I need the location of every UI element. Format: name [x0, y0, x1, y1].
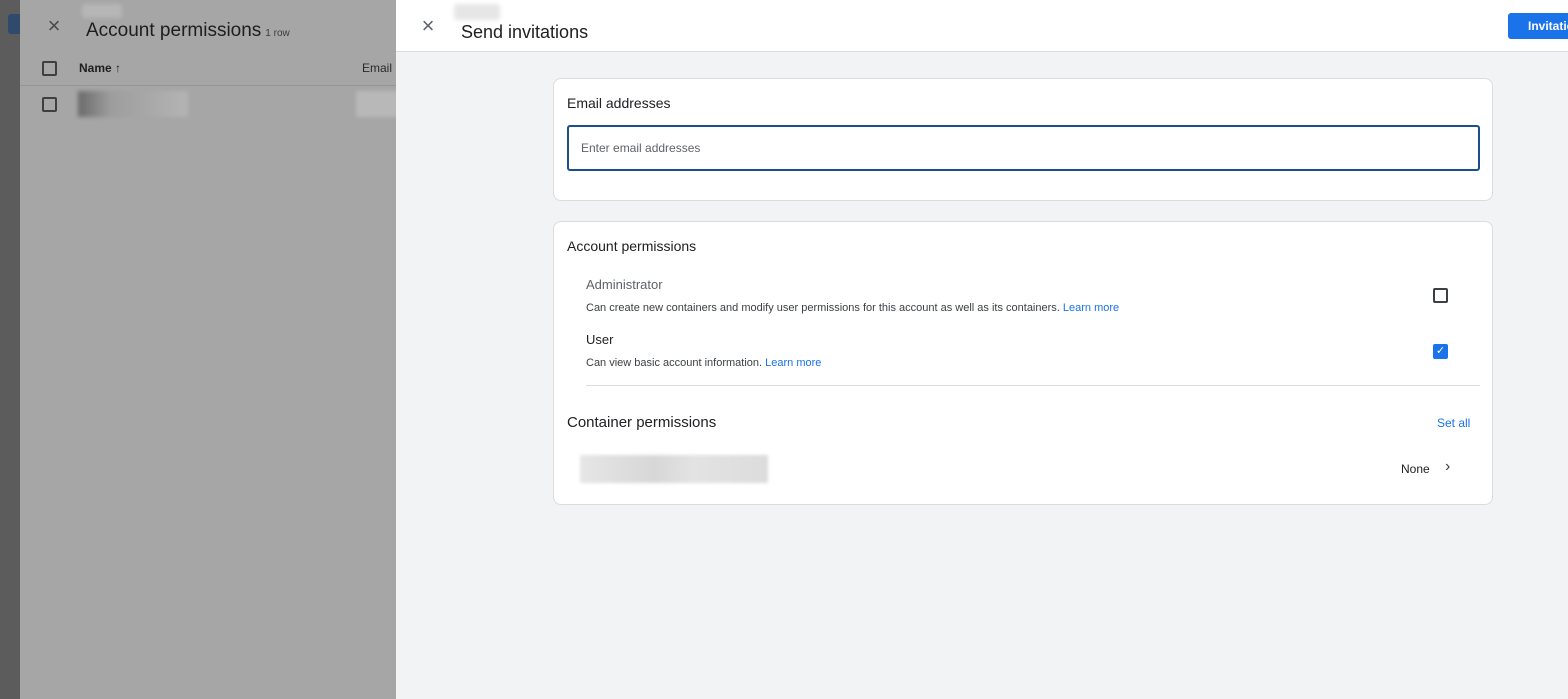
container-permissions-title: Container permissions — [567, 414, 717, 431]
set-all-link[interactable]: Set all — [1437, 416, 1470, 430]
sort-arrow-icon: ↑ — [115, 61, 122, 75]
send-invitations-drawer: × Send invitations Invitations Email add… — [396, 0, 1568, 699]
chevron-right-icon: › — [1445, 458, 1451, 475]
email-input[interactable] — [567, 125, 1480, 171]
background-panel: × Account permissions 1 row Name ↑ Email — [20, 0, 396, 699]
redacted-container-name — [580, 455, 768, 483]
send-invitations-button[interactable]: Invitations — [1508, 13, 1568, 39]
drawer-title: Send invitations — [461, 22, 589, 42]
role-administrator-title: Administrator — [586, 277, 663, 292]
app-sidebar-strip — [0, 0, 22, 699]
role-administrator-description: Can create new containers and modify use… — [586, 302, 1120, 314]
select-all-checkbox — [42, 61, 57, 76]
table-row — [20, 88, 396, 122]
row-count: 1 row — [265, 28, 290, 39]
container-permission-row[interactable]: None › — [567, 454, 1480, 484]
permissions-card: Account permissions Administrator Can cr… — [553, 221, 1493, 505]
administrator-checkbox[interactable] — [1433, 288, 1448, 303]
table-header: Name ↑ Email — [20, 52, 396, 86]
redacted-breadcrumb — [82, 4, 122, 18]
role-user-title: User — [586, 332, 614, 347]
container-permission-value: None — [1401, 462, 1430, 476]
background-title-text: Account permissions — [86, 20, 262, 41]
learn-more-link[interactable]: Learn more — [765, 357, 821, 369]
learn-more-link[interactable]: Learn more — [1063, 302, 1119, 314]
account-permissions-title: Account permissions — [567, 238, 697, 254]
email-addresses-card: Email addresses — [553, 78, 1493, 201]
checkmark-icon: ✓ — [1435, 345, 1446, 357]
divider — [586, 385, 1480, 386]
redacted-breadcrumb — [454, 4, 500, 20]
redacted-name — [78, 91, 188, 117]
drawer-header: × Send invitations Invitations — [396, 0, 1568, 52]
user-checkbox[interactable]: ✓ — [1433, 344, 1448, 359]
close-icon[interactable]: × — [416, 14, 440, 38]
column-header-name: Name ↑ — [79, 61, 122, 75]
email-section-title: Email addresses — [567, 95, 671, 111]
row-checkbox — [42, 97, 57, 112]
redacted-email — [356, 91, 396, 117]
background-title: Account permissions 1 row — [86, 20, 290, 42]
role-user-description: Can view basic account information. Lear… — [586, 357, 822, 369]
column-header-email: Email — [362, 61, 393, 75]
close-icon: × — [47, 13, 61, 38]
